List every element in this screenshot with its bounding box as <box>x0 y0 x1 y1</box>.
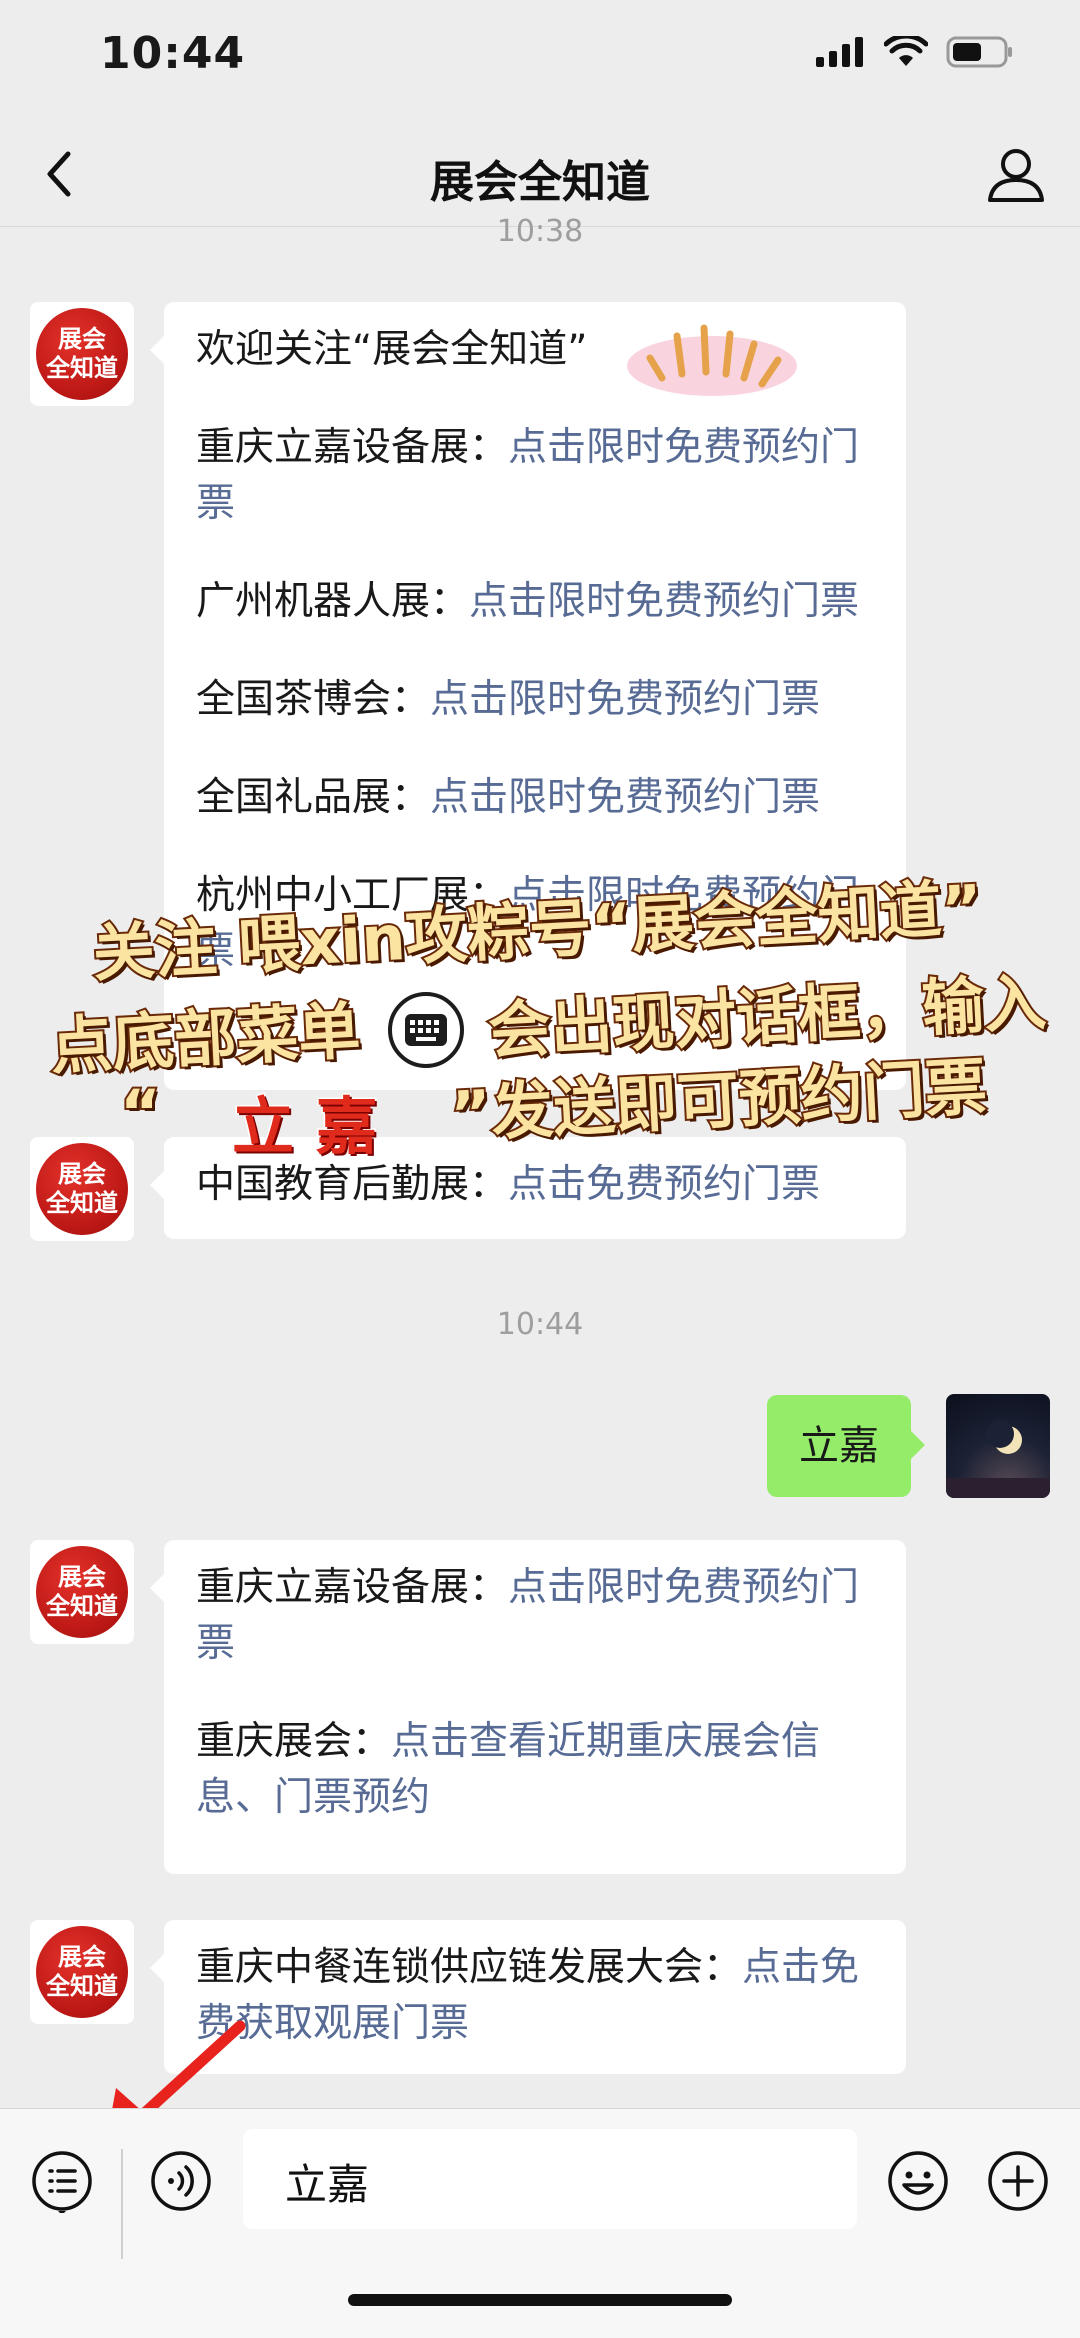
bot-avatar[interactable]: 展会 全知道 <box>30 302 134 406</box>
bot-logo: 展会 全知道 <box>36 308 128 400</box>
logo-text-line1: 展会 <box>58 1160 106 1188</box>
logo-text-line2: 全知道 <box>46 1592 118 1620</box>
bot-logo: 展会 全知道 <box>36 1546 128 1638</box>
battery-icon <box>946 36 1012 68</box>
user-message-bubble: 立嘉 <box>767 1395 925 1497</box>
expo-name: 重庆立嘉设备展： <box>196 425 509 470</box>
overlay-line-2a: 点底部菜单 <box>47 992 364 1085</box>
message-bubble-reply2: 重庆中餐连锁供应链发展大会：点击免费获取观展门票 <box>150 1920 906 2074</box>
list-item: 重庆立嘉设备展：点击限时免费预约门票 <box>196 420 874 532</box>
overlay-quote-open: “ <box>118 1074 163 1151</box>
expo-name: 重庆中餐连锁供应链发展大会： <box>196 1945 743 1990</box>
plus-icon[interactable] <box>986 2149 1050 2213</box>
reserve-link[interactable]: 点击限时免费预约门票 <box>430 677 820 722</box>
logo-text-line2: 全知道 <box>46 354 118 382</box>
list-item: 全国茶博会：点击限时免费预约门票 <box>196 672 874 728</box>
sparkle-sticker-icon <box>627 324 797 396</box>
message-input-value: 立嘉 <box>285 2160 370 2209</box>
expo-name: 中国教育后勤展： <box>196 1162 509 1207</box>
expo-name: 广州机器人展： <box>196 579 470 624</box>
status-bar: 10:44 <box>0 0 1080 120</box>
status-time: 10:44 <box>100 28 246 79</box>
overlay-keyword: 立 嘉 <box>231 1089 380 1165</box>
timestamp: 10:44 <box>496 1307 584 1342</box>
timestamp: 10:38 <box>496 214 584 249</box>
bot-avatar[interactable]: 展会 全知道 <box>30 1540 134 1644</box>
list-item: 重庆立嘉设备展：点击限时免费预约门票 <box>196 1560 874 1672</box>
divider <box>121 2149 123 2259</box>
logo-text-line1: 展会 <box>58 325 106 353</box>
user-avatar[interactable] <box>946 1394 1050 1498</box>
keyboard-icon <box>388 992 464 1068</box>
bot-logo: 展会 全知道 <box>36 1926 128 2018</box>
crescent-moon-icon <box>946 1420 1050 1498</box>
list-item: 全国礼品展：点击限时免费预约门票 <box>196 770 874 826</box>
reserve-link[interactable]: 点击限时免费预约门票 <box>469 579 859 624</box>
expo-name: 全国礼品展： <box>196 775 431 820</box>
reserve-link[interactable]: 点击免费预约门票 <box>508 1162 820 1207</box>
cellular-signal-icon <box>816 37 863 67</box>
list-item: 广州机器人展：点击限时免费预约门票 <box>196 574 874 630</box>
nav-bar: 展会全知道 <box>0 120 1080 227</box>
bot-logo: 展会 全知道 <box>36 1143 128 1235</box>
status-icons <box>816 36 1014 68</box>
expo-name: 全国茶博会： <box>196 677 431 722</box>
logo-text-line1: 展会 <box>58 1563 106 1591</box>
voice-icon[interactable] <box>149 2149 213 2213</box>
list-item: 重庆展会：点击查看近期重庆展会信息、门票预约 <box>196 1714 874 1826</box>
message-input[interactable]: 立嘉 <box>243 2129 857 2229</box>
bot-avatar[interactable]: 展会 全知道 <box>30 1920 134 2024</box>
home-indicator[interactable] <box>348 2294 732 2306</box>
emoji-icon[interactable] <box>886 2149 950 2213</box>
reserve-link[interactable]: 点击限时免费预约门票 <box>430 775 820 820</box>
bot-avatar[interactable]: 展会 全知道 <box>30 1137 134 1241</box>
wifi-icon <box>884 36 928 66</box>
list-item: 重庆中餐连锁供应链发展大会：点击免费获取观展门票 <box>196 1940 874 2052</box>
logo-text-line2: 全知道 <box>46 1972 118 2000</box>
page-title: 展会全知道 <box>430 157 650 208</box>
menu-icon[interactable] <box>30 2149 94 2213</box>
expo-name: 重庆展会： <box>196 1719 392 1764</box>
profile-icon[interactable] <box>984 142 1048 206</box>
logo-text-line2: 全知道 <box>46 1189 118 1217</box>
logo-text-line1: 展会 <box>58 1943 106 1971</box>
message-bubble-reply1: 重庆立嘉设备展：点击限时免费预约门票 重庆展会：点击查看近期重庆展会信息、门票预… <box>150 1540 906 1874</box>
expo-name: 重庆立嘉设备展： <box>196 1565 509 1610</box>
